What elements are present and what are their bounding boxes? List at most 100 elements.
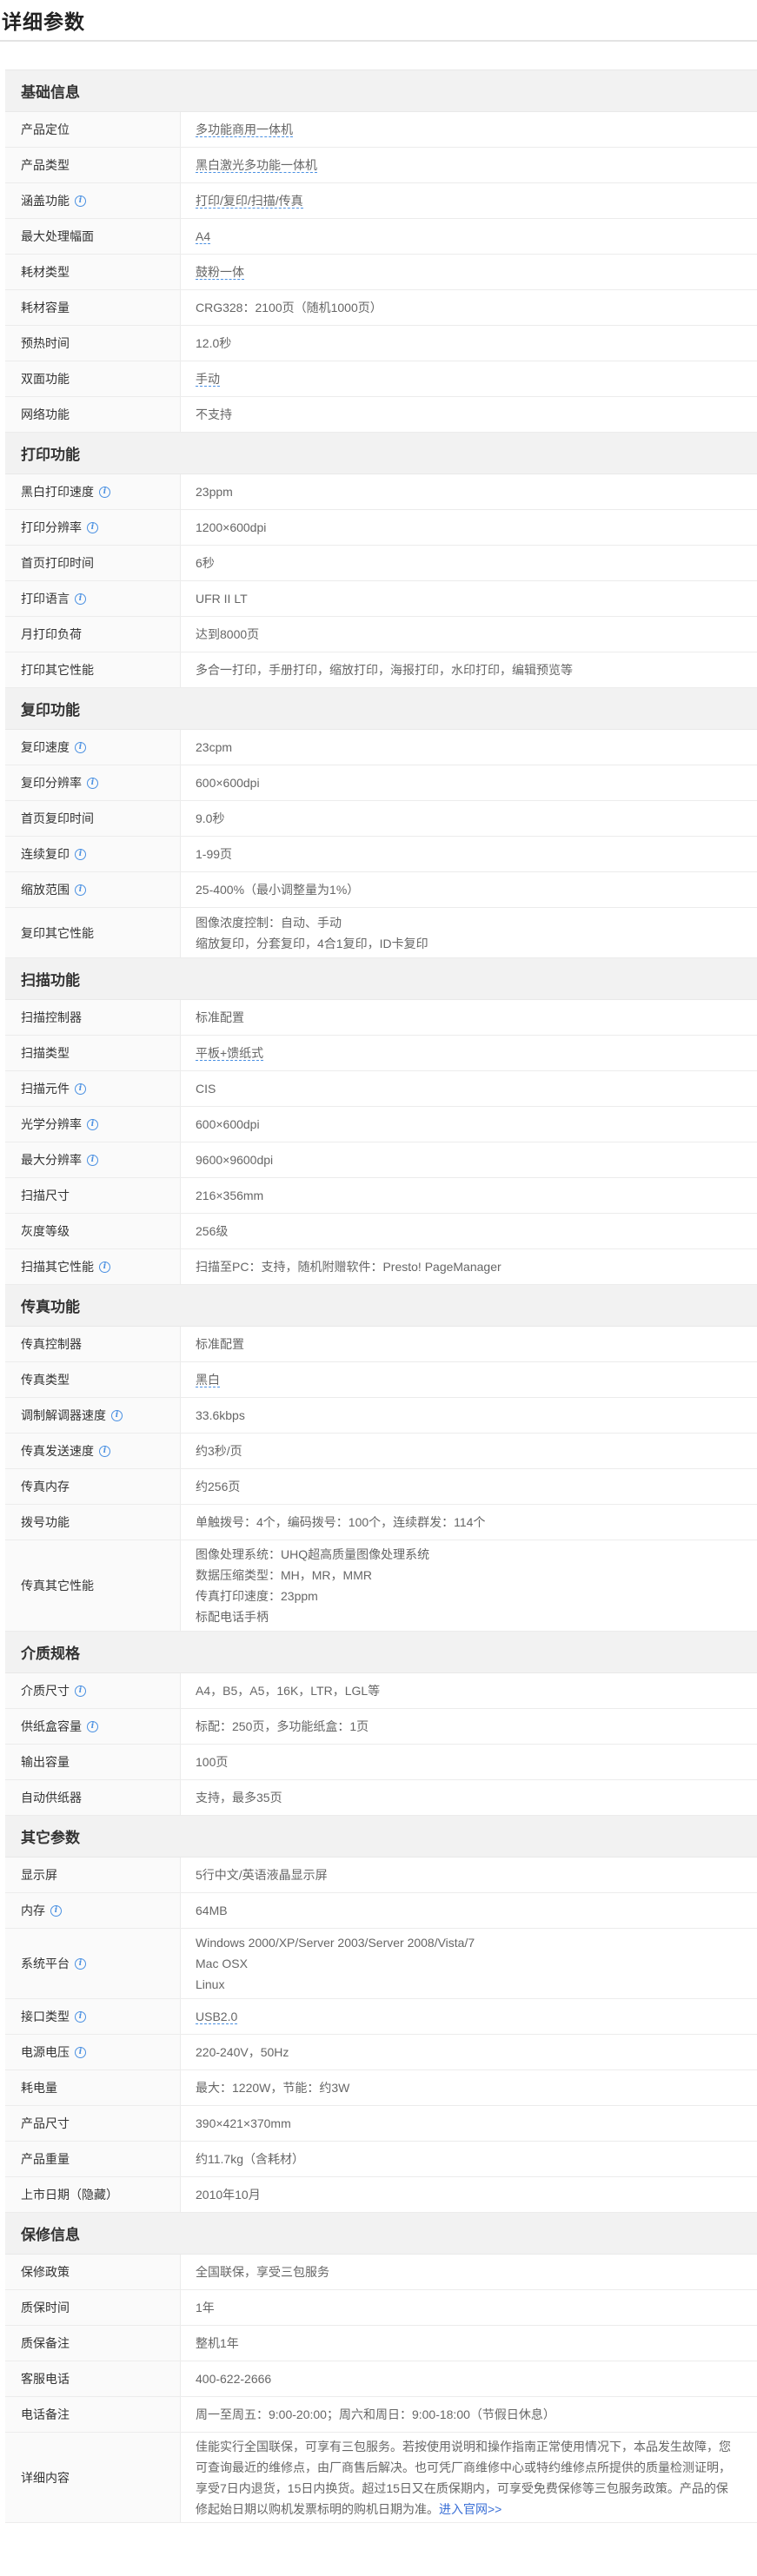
- info-icon[interactable]: i: [75, 1083, 86, 1095]
- spec-row: 打印其它性能 多合一打印，手册打印，缩放打印，海报打印，水印打印，编辑预览等: [5, 652, 757, 688]
- spec-row: 调制解调器速度 i 33.6kbps: [5, 1398, 757, 1434]
- spec-key: 扫描元件 i: [5, 1071, 181, 1106]
- spec-value[interactable]: 鼓粉一体: [181, 255, 757, 289]
- spec-row: 传真内存 约256页: [5, 1469, 757, 1505]
- spec-key: 复印分辨率 i: [5, 765, 181, 800]
- spec-row: 产品尺寸 390×421×370mm: [5, 2106, 757, 2142]
- spec-key: 产品定位: [5, 112, 181, 147]
- spec-key: 黑白打印速度 i: [5, 474, 181, 509]
- spec-value[interactable]: 平板+馈纸式: [181, 1036, 757, 1070]
- spec-row: 接口类型 i USB2.0: [5, 1999, 757, 2035]
- info-icon[interactable]: i: [75, 884, 86, 896]
- spec-row: 扫描其它性能 i 扫描至PC：支持，随机附赠软件：Presto! PageManag…: [5, 1249, 757, 1285]
- info-icon[interactable]: i: [75, 2010, 86, 2023]
- spec-key: 耗材容量: [5, 290, 181, 325]
- spec-key: 供纸盒容量 i: [5, 1709, 181, 1744]
- info-icon[interactable]: i: [75, 1685, 86, 1697]
- spec-value: 标配：250页，多功能纸盒：1页: [196, 1719, 369, 1733]
- spec-row: 打印语言 i UFR II LT: [5, 581, 757, 617]
- info-icon[interactable]: i: [75, 2046, 86, 2058]
- section-header: 复印功能: [5, 688, 757, 730]
- spec-key: 首页打印时间: [5, 546, 181, 580]
- spec-value: 256级: [196, 1224, 229, 1238]
- spec-key: 打印语言 i: [5, 581, 181, 616]
- info-icon[interactable]: i: [75, 195, 86, 207]
- spec-row: 耗材容量 CRG328：2100页（随机1000页）: [5, 290, 757, 326]
- spec-value: 佳能实行全国联保，可享有三包服务。若按使用说明和操作指南正常使用情况下，本品发生…: [196, 2439, 731, 2516]
- spec-row: 显示屏 5行中文/英语液晶显示屏: [5, 1858, 757, 1893]
- info-icon[interactable]: i: [75, 848, 86, 860]
- spec-row: 打印分辨率 i 1200×600dpi: [5, 510, 757, 546]
- spec-value: 整机1年: [196, 2336, 239, 2350]
- spec-row: 最大分辨率 i 9600×9600dpi: [5, 1142, 757, 1178]
- spec-value[interactable]: 黑白: [181, 1362, 757, 1397]
- info-icon[interactable]: i: [87, 521, 98, 533]
- spec-row: 耗电量 最大：1220W，节能：约3W: [5, 2070, 757, 2106]
- spec-value[interactable]: 打印/复印/扫描/传真: [181, 183, 757, 218]
- section-header: 介质规格: [5, 1632, 757, 1673]
- spec-value: 2010年10月: [196, 2188, 261, 2202]
- spec-value: 220-240V，50Hz: [196, 2045, 289, 2059]
- info-icon[interactable]: i: [50, 1904, 62, 1917]
- spec-row: 扫描类型 平板+馈纸式: [5, 1036, 757, 1071]
- info-icon[interactable]: i: [87, 777, 98, 789]
- spec-row: 复印速度 i 23cpm: [5, 730, 757, 765]
- spec-value: 达到8000页: [196, 627, 260, 641]
- spec-value[interactable]: 手动: [181, 361, 757, 396]
- spec-row: 连续复印 i 1-99页: [5, 837, 757, 872]
- section-header: 其它参数: [5, 1816, 757, 1858]
- spec-row: 扫描尺寸 216×356mm: [5, 1178, 757, 1214]
- info-icon[interactable]: i: [87, 1154, 98, 1166]
- spec-key: 上市日期（隐藏）: [5, 2177, 181, 2212]
- official-site-link[interactable]: 进入官网>>: [439, 2502, 501, 2516]
- info-icon[interactable]: i: [111, 1409, 123, 1421]
- spec-value: Windows 2000/XP/Server 2003/Server 2008/…: [196, 1936, 475, 1991]
- info-icon[interactable]: i: [99, 1445, 110, 1457]
- spec-row: 内存 i 64MB: [5, 1893, 757, 1929]
- spec-value: 图像处理系统：UHQ超高质量图像处理系统 数据压缩类型：MH，MR，MMR 传真打印…: [196, 1547, 430, 1624]
- spec-value[interactable]: A4: [181, 219, 757, 254]
- spec-key: 传真内存: [5, 1469, 181, 1504]
- spec-key: 电话备注: [5, 2397, 181, 2432]
- section-header: 传真功能: [5, 1285, 757, 1327]
- page-title: 详细参数: [2, 10, 85, 33]
- info-icon[interactable]: i: [87, 1720, 98, 1732]
- spec-value: 64MB: [196, 1904, 228, 1917]
- spec-value: 标准配置: [196, 1337, 244, 1351]
- spec-key: 复印其它性能: [5, 908, 181, 957]
- spec-value: 周一至周五：9:00-20:00；周六和周日：9:00-18:00（节假日休息）: [196, 2407, 555, 2421]
- spec-key: 月打印负荷: [5, 617, 181, 652]
- spec-key: 耗电量: [5, 2070, 181, 2105]
- spec-row: 电话备注 周一至周五：9:00-20:00；周六和周日：9:00-18:00（节假…: [5, 2397, 757, 2433]
- spec-row: 产品类型 黑白激光多功能一体机: [5, 148, 757, 183]
- info-icon[interactable]: i: [87, 1118, 98, 1130]
- info-icon[interactable]: i: [99, 486, 110, 498]
- section-header: 基础信息: [5, 70, 757, 112]
- spec-key: 传真控制器: [5, 1327, 181, 1361]
- spec-key: 介质尺寸 i: [5, 1673, 181, 1708]
- spec-key: 灰度等级: [5, 1214, 181, 1248]
- info-icon[interactable]: i: [75, 593, 86, 605]
- info-icon[interactable]: i: [99, 1261, 110, 1273]
- spec-value: 9.0秒: [196, 811, 225, 825]
- spec-key: 最大处理幅面: [5, 219, 181, 254]
- spec-key: 拨号功能: [5, 1505, 181, 1540]
- spec-value[interactable]: USB2.0: [181, 1999, 757, 2034]
- spec-key: 打印其它性能: [5, 652, 181, 687]
- spec-value: 390×421×370mm: [196, 2116, 291, 2130]
- spec-key: 质保备注: [5, 2326, 181, 2361]
- spec-value: 33.6kbps: [196, 1408, 245, 1422]
- spec-row: 月打印负荷 达到8000页: [5, 617, 757, 652]
- spec-key: 预热时间: [5, 326, 181, 361]
- spec-value[interactable]: 多功能商用一体机: [181, 112, 757, 147]
- spec-value: 约256页: [196, 1480, 241, 1493]
- spec-key: 扫描尺寸: [5, 1178, 181, 1213]
- spec-row: 扫描元件 i CIS: [5, 1071, 757, 1107]
- spec-value: 600×600dpi: [196, 776, 260, 790]
- spec-value[interactable]: 黑白激光多功能一体机: [181, 148, 757, 182]
- spec-value: 6秒: [196, 556, 215, 570]
- info-icon[interactable]: i: [75, 741, 86, 753]
- spec-key: 客服电话: [5, 2361, 181, 2396]
- info-icon[interactable]: i: [75, 1957, 86, 1970]
- page-header: 详细参数: [0, 0, 757, 42]
